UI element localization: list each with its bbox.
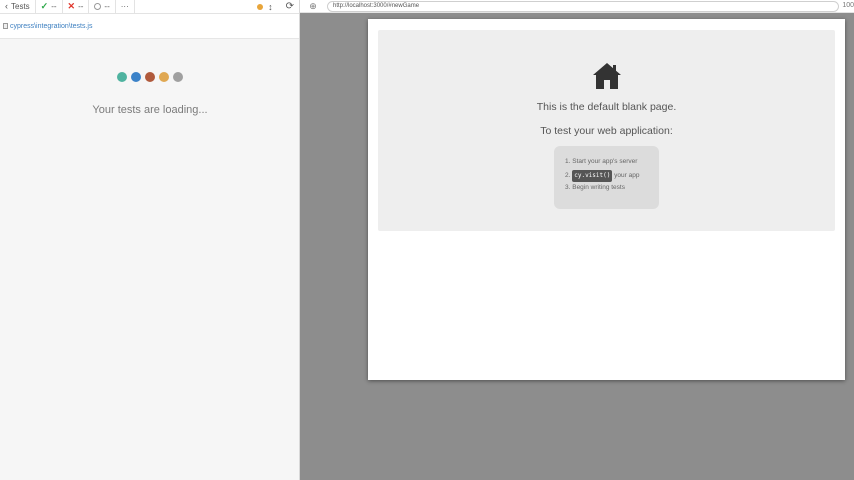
blank-page-card: This is the default blank page. To test … (378, 30, 835, 231)
spec-path-link[interactable]: cypress\integration\tests.js (10, 23, 92, 30)
aut-iframe: This is the default blank page. To test … (368, 19, 845, 380)
loader-dot (173, 72, 183, 82)
url-bar: ⊕ http://localhost:3000/#newGame 100 (300, 0, 854, 13)
reporter-panel: ‹ Tests ✓ -- ✕ -- -- ··· ↕ ⟳ cypress\int… (0, 0, 300, 480)
passed-count: ✓ -- (36, 0, 63, 13)
selector-playground-icon[interactable]: ⊕ (306, 1, 320, 12)
chevron-left-icon: ‹ (5, 1, 8, 11)
file-icon (3, 23, 8, 29)
blank-page-title: This is the default blank page. (536, 101, 677, 113)
loading-text: Your tests are loading... (92, 104, 208, 116)
autoscroll-toggle-icon[interactable]: ↕ (268, 2, 273, 12)
tests-back-button[interactable]: ‹ Tests (0, 0, 36, 13)
blank-page-subtitle: To test your web application: (540, 125, 673, 137)
reload-icon[interactable]: ⟳ (286, 1, 294, 12)
aut-panel: ⊕ http://localhost:3000/#newGame 100 Thi… (300, 0, 854, 480)
reporter-header: ‹ Tests ✓ -- ✕ -- -- ··· ↕ ⟳ (0, 0, 299, 14)
circle-notch-icon (94, 3, 102, 10)
loading-indicator (0, 72, 300, 82)
duration-display: ··· (116, 0, 135, 13)
pending-count: -- (89, 0, 116, 13)
failed-count: ✕ -- (63, 0, 90, 13)
home-icon (593, 63, 621, 89)
tests-label: Tests (11, 2, 30, 11)
steps-list: 1. Start your app's server 2. cy.visit()… (554, 146, 659, 209)
check-icon: ✓ (40, 1, 49, 11)
reporter-controls: ↕ ⟳ (252, 0, 299, 13)
viewport-zoom: 100 (842, 2, 854, 9)
loader-dot (131, 72, 141, 82)
list-item: 2. cy.visit() your app (565, 170, 659, 183)
list-item: 3. Begin writing tests (565, 184, 625, 191)
x-icon: ✕ (67, 1, 76, 11)
spec-file-bar: cypress\integration\tests.js (0, 14, 299, 39)
code-snippet: cy.visit() (572, 170, 613, 182)
loader-dot (145, 72, 155, 82)
loader-dot (159, 72, 169, 82)
list-item: 1. Start your app's server (565, 158, 638, 165)
url-input[interactable]: http://localhost:3000/#newGame (327, 1, 839, 12)
loader-dot (117, 72, 127, 82)
status-dot-icon (257, 3, 264, 10)
